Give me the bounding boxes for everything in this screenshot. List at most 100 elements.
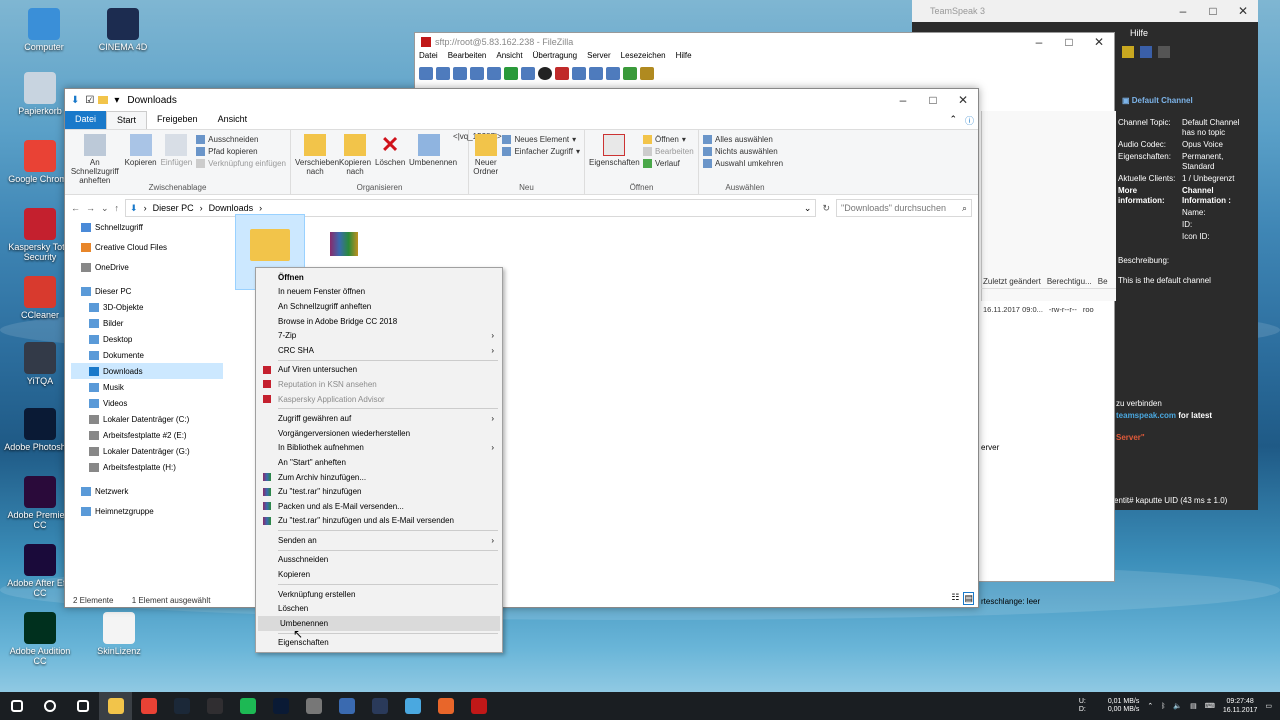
nav-item[interactable]: Lokaler Datenträger (C:) (71, 411, 223, 427)
compare-icon[interactable] (589, 66, 603, 80)
context-menu-item[interactable]: Zu "test.rar" hinzufügen und als E-Mail … (256, 514, 502, 529)
cancel-icon[interactable] (538, 66, 552, 80)
maximize-icon[interactable]: □ (1054, 35, 1084, 49)
nav-item[interactable]: Videos (71, 395, 223, 411)
nav-item[interactable]: Schnellzugriff (71, 219, 223, 235)
taskbar-button[interactable] (33, 692, 66, 720)
nav-item[interactable]: Musik (71, 379, 223, 395)
taskbar-button[interactable] (165, 692, 198, 720)
menu-item[interactable]: Server (587, 51, 611, 65)
nav-item[interactable]: Arbeitsfestplatte #2 (E:) (71, 427, 223, 443)
file-item-archive[interactable] (313, 214, 375, 274)
nav-item[interactable]: Heimnetzgruppe (71, 503, 223, 519)
paste-shortcut-button[interactable]: Verknüpfung einfügen (196, 159, 286, 168)
close-icon[interactable]: ✕ (1084, 35, 1114, 49)
context-menu-item[interactable]: Auf Viren untersuchen (256, 363, 502, 378)
nav-item[interactable]: OneDrive (71, 259, 223, 275)
menu-item[interactable]: Datei (419, 51, 438, 65)
taskbar-button[interactable] (297, 692, 330, 720)
minimize-icon[interactable]: – (1168, 4, 1198, 18)
context-menu-item[interactable]: Zum Archiv hinzufügen... (256, 470, 502, 485)
context-menu-item[interactable]: Senden an › (256, 533, 502, 548)
context-menu-item[interactable]: Packen und als E-Mail versenden... (256, 499, 502, 514)
recent-chevron-icon[interactable]: ⌄ (101, 203, 109, 214)
binoculars-icon[interactable] (640, 66, 654, 80)
address-dropdown-icon[interactable]: ⌄ (804, 203, 816, 214)
maximize-icon[interactable]: □ (918, 93, 948, 107)
col-permissions[interactable]: Berechtigu... (1047, 277, 1092, 286)
context-menu-item[interactable]: In Bibliothek aufnehmen › (256, 441, 502, 456)
context-menu-item[interactable]: Browse in Adobe Bridge CC 2018 (256, 314, 502, 329)
close-icon[interactable]: ✕ (948, 93, 978, 107)
teamspeak-menu-help[interactable]: Hilfe (1130, 28, 1148, 38)
nav-item[interactable]: Desktop (71, 331, 223, 347)
desktop-icon-item[interactable]: CINEMA 4D (86, 8, 160, 52)
breadcrumb-this-pc[interactable]: Dieser PC (153, 203, 194, 213)
cut-button[interactable]: Ausschneiden (196, 135, 286, 144)
help-icon[interactable]: ⓘ (961, 111, 978, 129)
nav-item[interactable]: Creative Cloud Files (71, 239, 223, 255)
properties-quick-icon[interactable]: ☑ (85, 95, 94, 106)
desktop-icon-item[interactable]: SkinLizenz (82, 612, 156, 656)
ribbon-collapse-icon[interactable]: ⌃ (945, 111, 961, 129)
menu-item[interactable]: Bearbeiten (448, 51, 487, 65)
nav-item[interactable]: Lokaler Datenträger (G:) (71, 443, 223, 459)
context-menu-item[interactable]: Zugriff gewähren auf › (256, 411, 502, 426)
clock[interactable]: 09:27:48 16.11.2017 (1223, 697, 1258, 715)
away-icon[interactable] (1140, 46, 1152, 58)
tray-expand-icon[interactable]: ⌃ (1147, 702, 1153, 710)
context-menu-item[interactable]: Zu "test.rar" hinzufügen (256, 484, 502, 499)
taskbar-button[interactable] (429, 692, 462, 720)
taskbar-button[interactable] (66, 692, 99, 720)
toggle-tree-icon[interactable] (453, 66, 467, 80)
nav-item[interactable]: Bilder (71, 315, 223, 331)
menu-item[interactable]: Ansicht (496, 51, 522, 65)
refresh-icon[interactable] (504, 66, 518, 80)
table-row[interactable]: 16.11.2017 09:0... -rw-r--r-- roo (983, 305, 1118, 314)
open-button[interactable]: Öffnen ▾ (643, 135, 694, 144)
network-icon[interactable]: ▤ (1190, 702, 1197, 710)
context-menu-item[interactable]: Löschen (256, 601, 502, 616)
reconnect-icon[interactable] (572, 66, 586, 80)
edit-button[interactable]: Bearbeiten (643, 147, 694, 156)
col-be[interactable]: Be (1098, 277, 1108, 286)
nav-item[interactable]: Dokumente (71, 347, 223, 363)
maximize-icon[interactable]: □ (1198, 4, 1228, 18)
context-menu-item[interactable]: Vorgängerversionen wiederherstellen (256, 426, 502, 441)
sync-icon[interactable] (623, 66, 637, 80)
menu-item[interactable]: Hilfe (676, 51, 692, 65)
context-menu-item[interactable]: An Schnellzugriff anheften (256, 299, 502, 314)
taskbar-button[interactable] (132, 692, 165, 720)
tab-file[interactable]: Datei (65, 111, 107, 129)
tab-share[interactable]: Freigeben (147, 111, 208, 129)
details-view-icon[interactable]: ☷ (951, 592, 959, 605)
up-icon[interactable]: ↑ (115, 203, 120, 213)
context-menu-item[interactable]: Kopieren (256, 567, 502, 582)
search-input[interactable]: "Downloads" durchsuchen ⌕ (836, 199, 972, 217)
toggle-remote-tree-icon[interactable] (470, 66, 484, 80)
address-bar[interactable]: ⬇ › Dieser PC › Downloads › ⌄ (125, 199, 817, 217)
notifications-icon[interactable]: ▭ (1265, 702, 1272, 710)
desktop-icon-item[interactable]: Adobe Audition CC (3, 612, 77, 666)
context-menu-item[interactable]: CRC SHA › (256, 343, 502, 358)
breadcrumb-downloads[interactable]: Downloads (209, 203, 254, 213)
context-menu-item[interactable]: Öffnen (256, 270, 502, 285)
filter-icon[interactable] (521, 66, 535, 80)
large-icons-view-icon[interactable]: ▤ (963, 592, 974, 605)
tab-start[interactable]: Start (106, 111, 148, 129)
select-all-button[interactable]: Alles auswählen (703, 135, 783, 144)
history-button[interactable]: Verlauf (643, 159, 694, 168)
refresh-icon[interactable]: ↻ (822, 203, 830, 214)
teamspeak-link[interactable]: teamspeak.com (1116, 411, 1176, 420)
col-modified[interactable]: Zuletzt geändert (983, 277, 1041, 286)
toggle-log-icon[interactable] (436, 66, 450, 80)
taskbar-button[interactable] (264, 692, 297, 720)
minimize-icon[interactable]: – (888, 93, 918, 107)
taskbar-button[interactable] (231, 692, 264, 720)
menu-item[interactable]: Übertragung (533, 51, 577, 65)
new-item-button[interactable]: Neues Element ▾ (502, 135, 580, 144)
explorer-window[interactable]: ⬇ ☑ ▾ Downloads – □ ✕ Datei Start Freigebe… (64, 88, 979, 608)
volume-icon[interactable]: 🔈 (1173, 702, 1182, 710)
nav-item[interactable]: 3D-Objekte (71, 299, 223, 315)
disconnect-icon[interactable] (555, 66, 569, 80)
